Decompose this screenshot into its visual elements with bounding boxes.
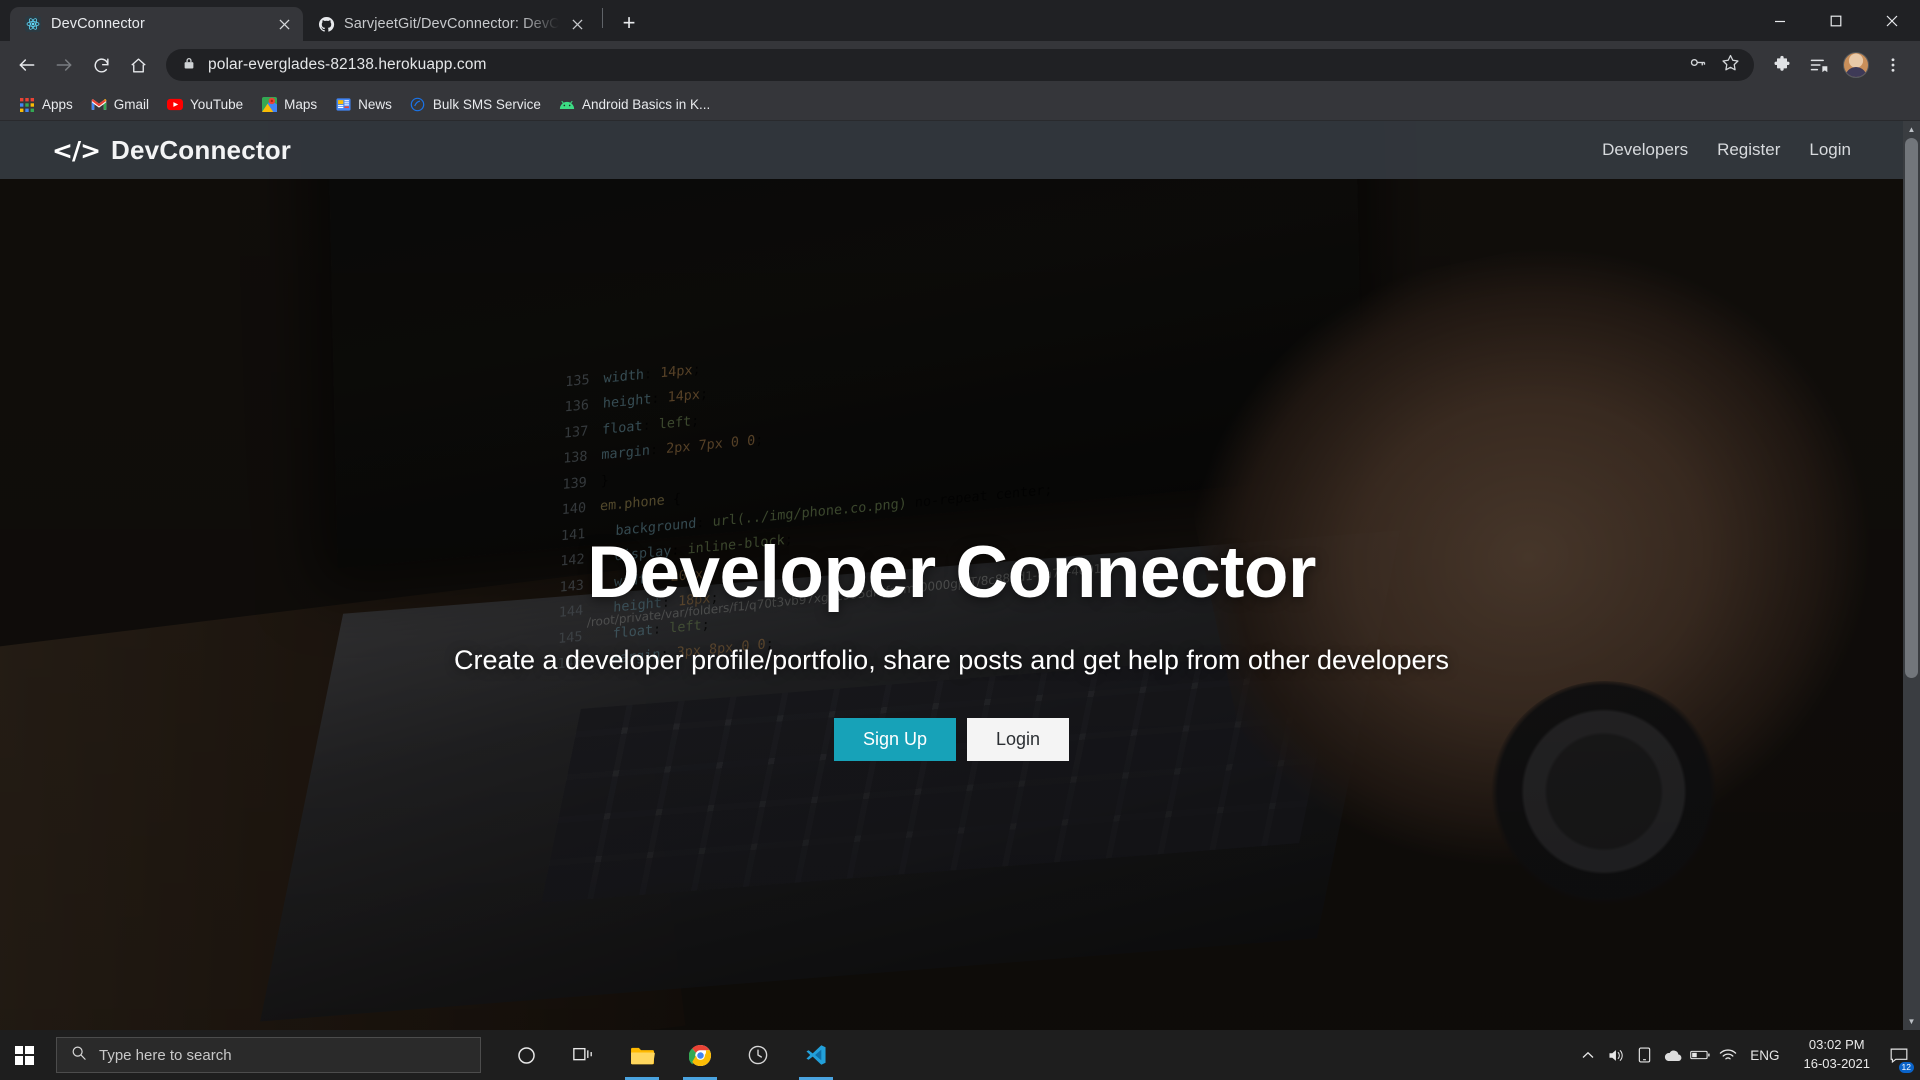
search-placeholder: Type here to search bbox=[99, 1046, 232, 1064]
site-nav-links: Developers Register Login bbox=[1602, 140, 1851, 160]
start-button[interactable] bbox=[0, 1030, 48, 1080]
close-window-button[interactable] bbox=[1864, 0, 1920, 41]
nav-link-login[interactable]: Login bbox=[1809, 140, 1851, 160]
bookmark-bulk-sms-service[interactable]: Bulk SMS Service bbox=[401, 93, 550, 117]
sign-up-button[interactable]: Sign Up bbox=[833, 718, 956, 761]
scroll-down-arrow-icon[interactable]: ▼ bbox=[1903, 1013, 1920, 1030]
bookmark-label: Maps bbox=[284, 97, 318, 112]
chrome-icon[interactable] bbox=[671, 1030, 729, 1080]
news-icon bbox=[335, 97, 351, 113]
bookmark-label: Gmail bbox=[113, 97, 150, 112]
hero-section: Developer Connector Create a developer p… bbox=[0, 121, 1903, 1030]
battery-icon[interactable] bbox=[1686, 1030, 1714, 1080]
browser-toolbar: polar-everglades-82138.herokuapp.com bbox=[0, 41, 1920, 89]
taskbar-clock[interactable]: 03:02 PM 16-03-2021 bbox=[1792, 1036, 1883, 1074]
lock-icon bbox=[182, 56, 196, 75]
bookmark-label: Apps bbox=[42, 97, 73, 112]
volume-icon[interactable] bbox=[1602, 1030, 1630, 1080]
window-controls bbox=[1752, 0, 1920, 41]
bookmark-maps[interactable]: Maps bbox=[252, 93, 326, 117]
system-tray: ENG 03:02 PM 16-03-2021 12 bbox=[1574, 1030, 1920, 1080]
clock-date: 16-03-2021 bbox=[1803, 1056, 1871, 1071]
star-icon[interactable] bbox=[1721, 53, 1740, 77]
show-hidden-icons-chevron-icon[interactable] bbox=[1574, 1030, 1602, 1080]
chrome-browser-window: DevConnector SarvjeetGit/DevConnector: D… bbox=[0, 0, 1920, 1030]
taskbar-app-icons bbox=[497, 1030, 845, 1080]
bookmarks-bar: Apps Gmail YouTube Maps News Bulk SMS Se… bbox=[0, 89, 1920, 121]
maps-icon bbox=[261, 97, 277, 113]
android-icon bbox=[559, 97, 575, 113]
scroll-up-arrow-icon[interactable]: ▲ bbox=[1903, 121, 1920, 138]
sms-icon bbox=[410, 97, 426, 113]
minimize-button[interactable] bbox=[1752, 0, 1808, 41]
language-indicator[interactable]: ENG bbox=[1742, 1048, 1791, 1063]
profile-avatar[interactable] bbox=[1839, 48, 1873, 82]
browser-tab-github[interactable]: SarvjeetGit/DevConnector: DevCo bbox=[303, 7, 596, 41]
gmail-icon bbox=[91, 97, 107, 113]
windows-logo-icon bbox=[14, 1045, 34, 1065]
bookmark-gmail[interactable]: Gmail bbox=[82, 93, 158, 117]
site-navbar: </> DevConnector Developers Register Log… bbox=[0, 121, 1903, 179]
home-button[interactable] bbox=[121, 48, 155, 82]
maximize-button[interactable] bbox=[1808, 0, 1864, 41]
back-button[interactable] bbox=[10, 48, 44, 82]
extensions-puzzle-icon[interactable] bbox=[1765, 48, 1799, 82]
site-logo-text: DevConnector bbox=[111, 134, 292, 165]
notification-count-badge: 12 bbox=[1898, 1062, 1914, 1073]
site-logo[interactable]: </> DevConnector bbox=[52, 135, 291, 166]
bookmark-apps[interactable]: Apps bbox=[10, 93, 82, 117]
search-icon bbox=[71, 1045, 87, 1066]
hero-title: Developer Connector bbox=[587, 532, 1316, 613]
forward-button[interactable] bbox=[47, 48, 81, 82]
close-icon[interactable] bbox=[568, 15, 586, 33]
github-icon bbox=[317, 15, 335, 33]
youtube-icon bbox=[167, 97, 184, 113]
react-icon bbox=[24, 15, 42, 33]
mobile-device-icon[interactable] bbox=[1630, 1030, 1658, 1080]
clock-app-icon[interactable] bbox=[729, 1030, 787, 1080]
tab-strip: DevConnector SarvjeetGit/DevConnector: D… bbox=[0, 0, 1920, 41]
tab-title: DevConnector bbox=[51, 16, 145, 32]
task-view-icon[interactable] bbox=[555, 1030, 613, 1080]
scrollbar-thumb[interactable] bbox=[1905, 138, 1918, 678]
windows-taskbar: Type here to search ENG 03:02 PM 16-03-2… bbox=[0, 1030, 1920, 1080]
nav-link-register[interactable]: Register bbox=[1717, 140, 1780, 160]
browser-tab-devconnector[interactable]: DevConnector bbox=[10, 7, 303, 41]
bookmark-label: Android Basics in K... bbox=[581, 97, 711, 112]
bookmark-youtube[interactable]: YouTube bbox=[158, 93, 252, 117]
chrome-menu-kebab-icon[interactable] bbox=[1876, 48, 1910, 82]
tab-separator bbox=[602, 7, 603, 28]
login-button[interactable]: Login bbox=[967, 718, 1070, 761]
page-viewport: 135width: 14px; 136height: 14px; 137floa… bbox=[0, 121, 1920, 1030]
bookmark-android-basics[interactable]: Android Basics in K... bbox=[550, 93, 719, 117]
reading-list-icon[interactable] bbox=[1802, 48, 1836, 82]
file-explorer-icon[interactable] bbox=[613, 1030, 671, 1080]
close-icon[interactable] bbox=[275, 15, 293, 33]
reload-button[interactable] bbox=[84, 48, 118, 82]
wifi-icon[interactable] bbox=[1714, 1030, 1742, 1080]
bookmark-label: News bbox=[358, 97, 392, 112]
tab-title: SarvjeetGit/DevConnector: DevCo bbox=[344, 16, 559, 32]
bookmark-label: Bulk SMS Service bbox=[432, 97, 541, 112]
omnibox-actions bbox=[1688, 53, 1740, 77]
hero-buttons: Sign Up Login bbox=[833, 718, 1070, 761]
new-tab-button[interactable]: + bbox=[615, 9, 643, 37]
bookmark-label: YouTube bbox=[190, 97, 244, 112]
hero-subtitle: Create a developer profile/portfolio, sh… bbox=[453, 645, 1450, 675]
action-center-icon[interactable]: 12 bbox=[1882, 1030, 1916, 1080]
onedrive-icon[interactable] bbox=[1658, 1030, 1686, 1080]
vscode-icon[interactable] bbox=[787, 1030, 845, 1080]
clock-time: 03:02 PM bbox=[1808, 1037, 1865, 1053]
page-scrollbar[interactable]: ▲ ▼ bbox=[1903, 121, 1920, 1030]
nav-link-developers[interactable]: Developers bbox=[1602, 140, 1688, 160]
url-text[interactable]: polar-everglades-82138.herokuapp.com bbox=[208, 56, 1676, 74]
code-brackets-icon: </> bbox=[52, 135, 101, 165]
apps-grid-icon bbox=[19, 97, 35, 113]
taskbar-search-input[interactable]: Type here to search bbox=[56, 1037, 481, 1073]
address-bar[interactable]: polar-everglades-82138.herokuapp.com bbox=[166, 49, 1754, 81]
cortana-icon[interactable] bbox=[497, 1030, 555, 1080]
avatar bbox=[1843, 52, 1869, 78]
key-icon[interactable] bbox=[1688, 53, 1707, 77]
bookmark-news[interactable]: News bbox=[326, 93, 401, 117]
